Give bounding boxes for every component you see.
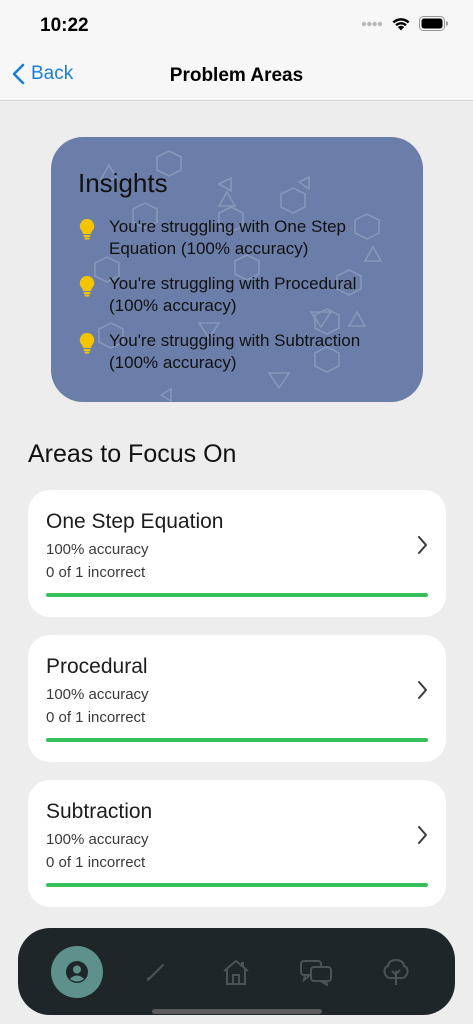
chat-bubbles-icon [300, 960, 332, 986]
focus-card-subtraction[interactable]: Subtraction 100% accuracy 0 of 1 incorre… [28, 780, 446, 907]
tab-growth[interactable] [370, 946, 422, 998]
section-title-areas-to-focus: Areas to Focus On [28, 440, 237, 468]
wifi-icon [392, 18, 410, 31]
status-icons [361, 16, 449, 31]
focus-card-incorrect-count: 0 of 1 incorrect [46, 709, 146, 726]
focus-card-accuracy: 100% accuracy [46, 686, 149, 703]
progress-fill [46, 593, 428, 597]
focus-card-procedural[interactable]: Procedural 100% accuracy 0 of 1 incorrec… [28, 635, 446, 762]
tab-home[interactable] [210, 946, 262, 998]
focus-card-accuracy: 100% accuracy [46, 541, 149, 558]
bottom-tab-bar [18, 928, 455, 1015]
chevron-right-icon [418, 826, 427, 844]
insight-text: You're struggling with One Step Equation… [109, 217, 346, 258]
lightbulb-icon [79, 332, 95, 354]
progress-fill [46, 738, 428, 742]
progress-fill [46, 883, 428, 887]
focus-card-accuracy: 100% accuracy [46, 831, 149, 848]
insight-item: You're struggling with One Step Equation… [78, 216, 408, 260]
home-icon [223, 960, 249, 985]
status-bar: 10:22 [0, 0, 473, 50]
progress-bar [46, 883, 428, 887]
tab-profile[interactable] [51, 946, 103, 998]
chevron-right-icon [418, 536, 427, 554]
home-indicator [152, 1009, 322, 1014]
insight-text: You're struggling with Procedural (100% … [109, 274, 357, 315]
signal-dots-icon [361, 21, 383, 26]
focus-card-one-step-equation[interactable]: One Step Equation 100% accuracy 0 of 1 i… [28, 490, 446, 617]
insights-title: Insights [78, 168, 168, 198]
insights-card: Insights You're struggling with One Step… [51, 137, 423, 402]
tree-icon [383, 958, 409, 985]
chevron-right-icon [418, 681, 427, 699]
progress-bar [46, 593, 428, 597]
focus-card-name: One Step Equation [46, 510, 224, 533]
profile-icon [66, 961, 88, 983]
lightbulb-icon [79, 218, 95, 240]
tab-chat[interactable] [290, 946, 342, 998]
focus-card-name: Procedural [46, 655, 148, 678]
status-time: 10:22 [40, 15, 89, 36]
page-title: Problem Areas [169, 65, 304, 86]
focus-card-incorrect-count: 0 of 1 incorrect [46, 564, 146, 581]
pencil-icon [147, 964, 164, 981]
insight-item: You're struggling with Subtraction (100%… [78, 330, 408, 374]
focus-card-name: Subtraction [46, 800, 153, 823]
lightbulb-icon [79, 275, 95, 297]
tab-practice[interactable] [130, 946, 182, 998]
progress-bar [46, 738, 428, 742]
navigation-bar: Back Problem Areas [0, 50, 473, 101]
battery-icon [419, 16, 448, 31]
insight-text: You're struggling with Subtraction (100%… [109, 331, 361, 372]
insight-item: You're struggling with Procedural (100% … [78, 273, 408, 317]
focus-card-incorrect-count: 0 of 1 incorrect [46, 854, 146, 871]
